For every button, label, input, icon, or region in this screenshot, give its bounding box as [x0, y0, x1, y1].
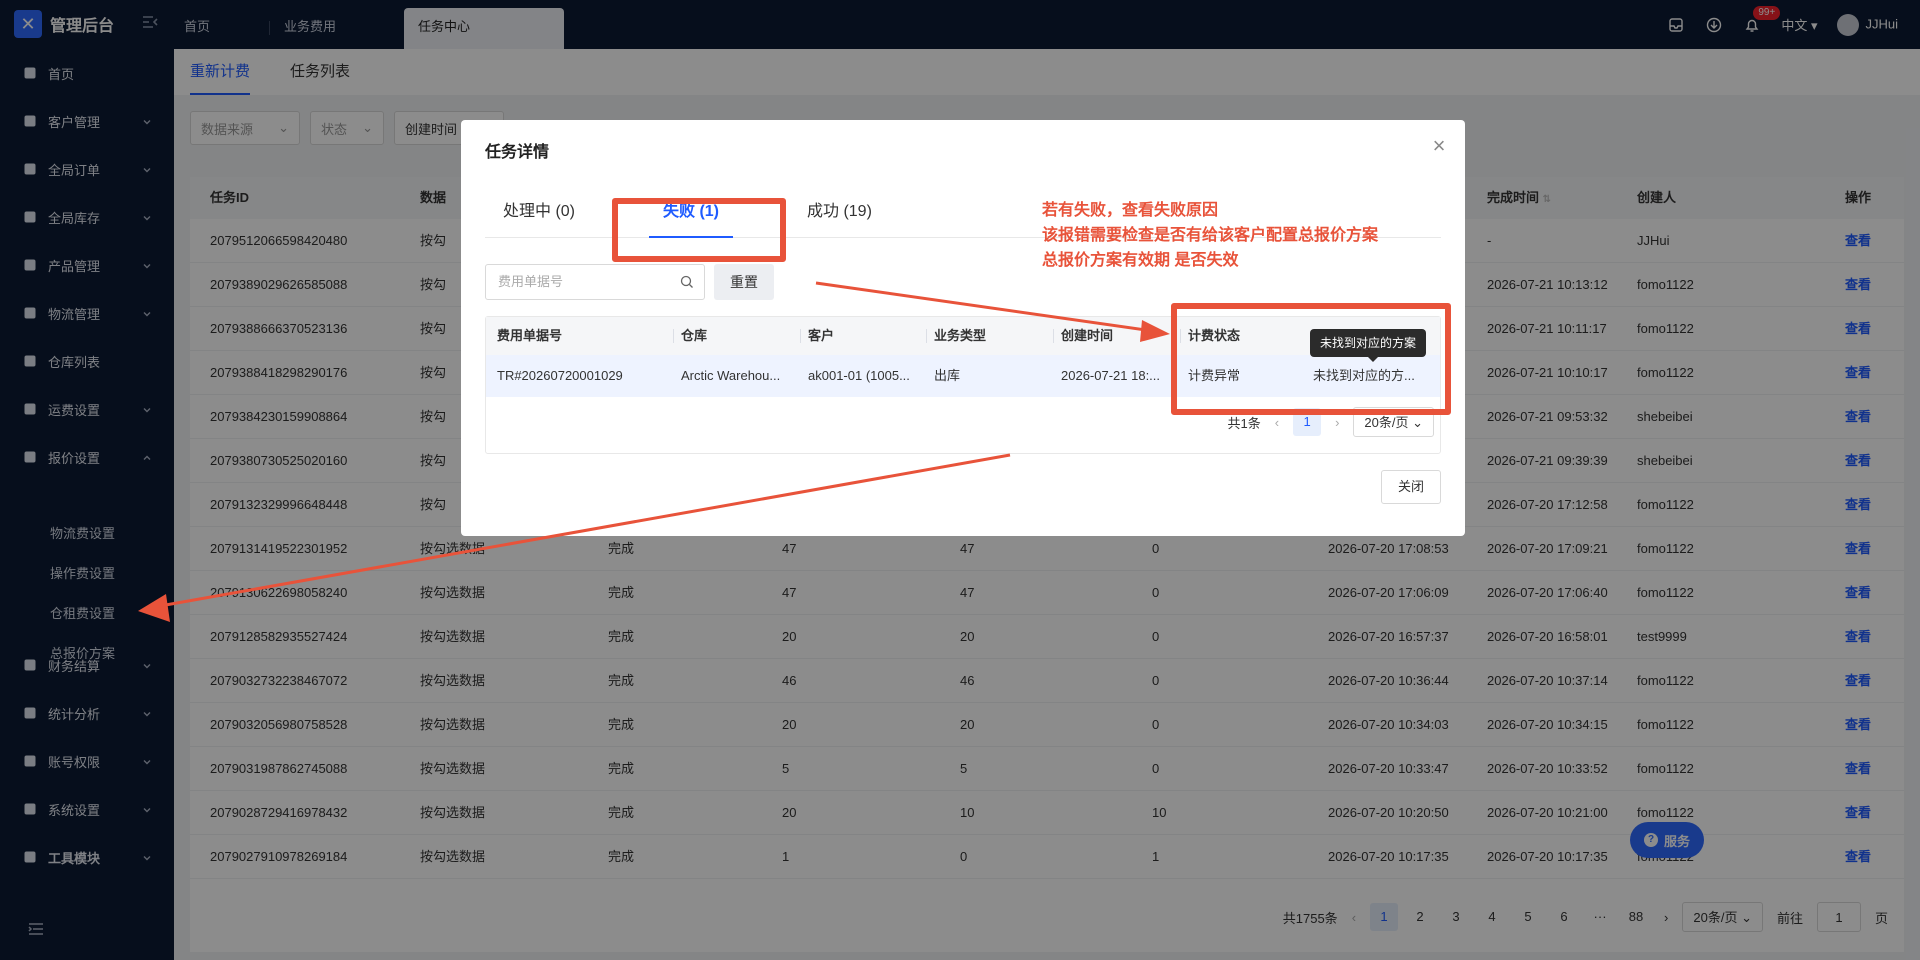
arrow-to-status — [815, 281, 1147, 332]
arrowhead-icon — [1140, 320, 1170, 342]
app-root: ✕ 管理后台 首页 业务费用 任务中心 99+ 中文 ▾ JJHui 首页 客户管… — [0, 0, 1920, 960]
annotation-arrows — [138, 281, 1170, 622]
arrowhead-icon — [138, 594, 170, 622]
arrow-to-quote-plan — [159, 453, 1011, 608]
